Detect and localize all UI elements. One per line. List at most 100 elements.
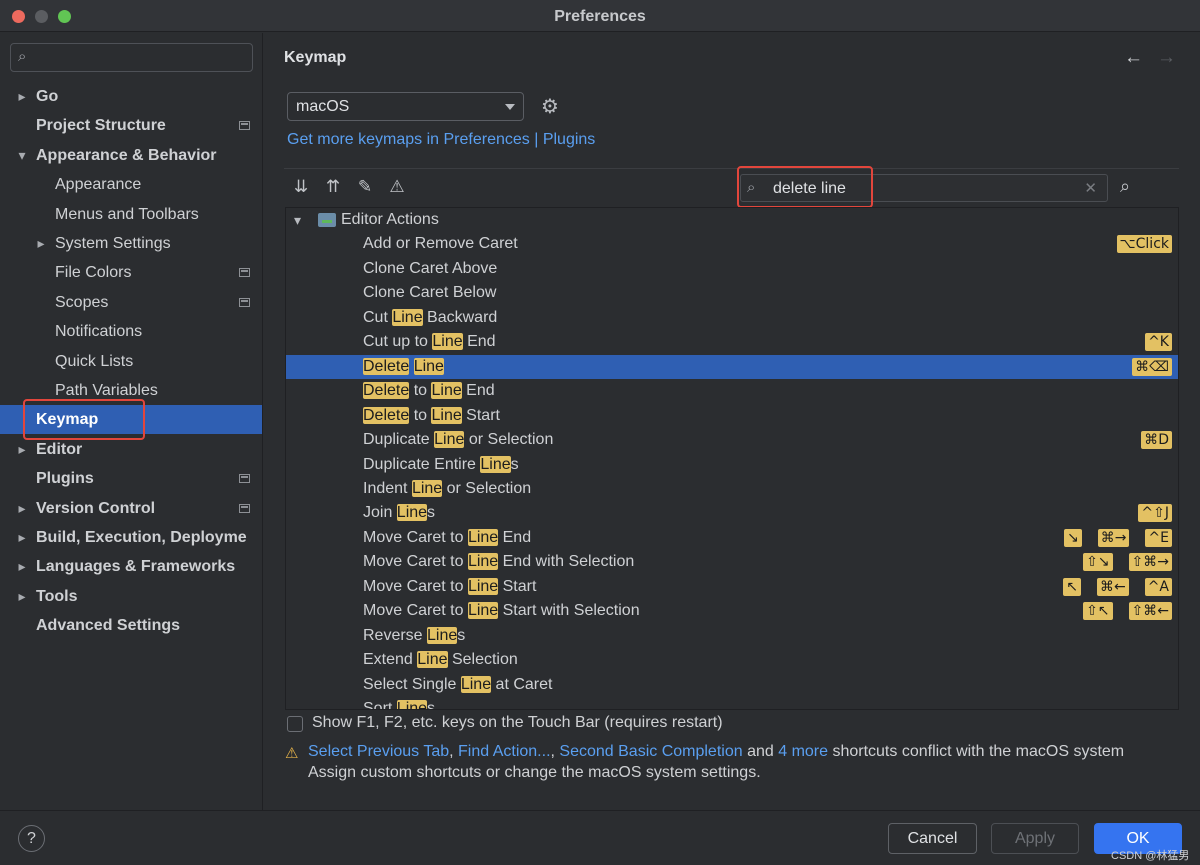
search-match-highlight: Line xyxy=(396,504,428,522)
sidebar-item-advanced-settings[interactable]: Advanced Settings xyxy=(0,611,262,640)
back-arrow-icon[interactable]: ← xyxy=(1124,47,1143,69)
conflict-link-find-action[interactable]: Find Action... xyxy=(458,743,551,760)
chevron-down-icon[interactable]: ▾ xyxy=(15,141,29,170)
cancel-button[interactable]: Cancel xyxy=(888,823,977,854)
sidebar-item-scopes[interactable]: Scopes xyxy=(0,288,262,317)
sidebar-item-version-control[interactable]: ▸ Version Control xyxy=(0,494,262,523)
action-row[interactable]: Select Single Line at Caret xyxy=(286,673,1178,697)
action-label: Move Caret to Line Start xyxy=(363,575,536,599)
sidebar-item-quick-lists[interactable]: Quick Lists xyxy=(0,347,262,376)
find-by-shortcut-icon[interactable]: ⌕ xyxy=(1120,176,1130,197)
sidebar-item-label: Project Structure xyxy=(36,117,166,135)
apply-button[interactable]: Apply xyxy=(991,823,1079,854)
keymap-actions-tree[interactable]: ▾ Editor Actions Add or Remove Caret ⌥Cli… xyxy=(285,207,1179,710)
action-label: Clone Caret Above xyxy=(363,257,497,281)
keymap-panel: Keymap ← → macOS ⚙ Get more keymaps in P… xyxy=(264,33,1200,810)
action-row[interactable]: Move Caret to Line Start with Selection ⇧… xyxy=(286,599,1178,623)
action-row[interactable]: Extend Line Selection xyxy=(286,648,1178,672)
chevron-right-icon[interactable]: ▸ xyxy=(34,229,48,258)
shortcut-badge: ⌘→ xyxy=(1097,528,1130,547)
sidebar-item-tools[interactable]: ▸ Tools xyxy=(0,582,262,611)
action-row[interactable]: Move Caret to Line End with Selection ⇧↘ ⇧… xyxy=(286,550,1178,574)
conflict-link-second-basic-completion[interactable]: Second Basic Completion xyxy=(559,743,742,760)
action-label-text: Cut xyxy=(363,308,393,326)
action-row[interactable]: Delete to Line Start xyxy=(286,404,1178,428)
sidebar-item-menus-and-toolbars[interactable]: Menus and Toolbars xyxy=(0,200,262,229)
sidebar-item-languages-frameworks[interactable]: ▸ Languages & Frameworks xyxy=(0,552,262,581)
sidebar-search-input[interactable]: ⌕ xyxy=(10,43,253,72)
action-row[interactable]: Clone Caret Above xyxy=(286,257,1178,281)
action-label: Move Caret to Line End xyxy=(363,526,531,550)
page-title: Keymap xyxy=(284,49,347,66)
search-match-highlight: Line xyxy=(432,333,463,351)
conflicts-warning-icon[interactable]: ⚠ xyxy=(386,177,408,197)
action-row[interactable]: Move Caret to Line End ↘ ⌘→ ^E xyxy=(286,526,1178,550)
forward-arrow-icon[interactable]: → xyxy=(1157,47,1176,69)
sidebar-item-go[interactable]: ▸ Go xyxy=(0,82,262,111)
action-label-text: or Selection xyxy=(464,431,554,449)
action-label-text: Start with Selection xyxy=(498,602,640,620)
sidebar-item-build-execution-deployme[interactable]: ▸ Build, Execution, Deployme xyxy=(0,523,262,552)
sidebar-item-notifications[interactable]: Notifications xyxy=(0,317,262,346)
conflict-warning-line2: Assign custom shortcuts or change the ma… xyxy=(308,764,761,781)
search-match-highlight: Line xyxy=(431,406,462,424)
action-label: Cut Line Backward xyxy=(363,306,497,330)
sidebar-item-file-colors[interactable]: File Colors xyxy=(0,258,262,287)
more-keymaps-link[interactable]: Get more keymaps in Preferences | Plugin… xyxy=(287,131,595,149)
search-match-highlight: Line xyxy=(467,577,499,595)
keymap-dropdown[interactable]: macOS xyxy=(287,92,524,121)
shortcut-badge: ⌥Click xyxy=(1116,235,1172,254)
action-label-text: to xyxy=(409,382,432,400)
action-row[interactable]: Clone Caret Below xyxy=(286,281,1178,305)
action-label-text: Move Caret to xyxy=(363,577,468,595)
action-row[interactable]: Sort Lines xyxy=(286,697,1178,709)
conflict-and: and xyxy=(742,743,779,760)
chevron-right-icon[interactable]: ▸ xyxy=(15,552,29,581)
tree-group-editor-actions[interactable]: ▾ Editor Actions xyxy=(286,208,1178,232)
action-row[interactable]: Cut up to Line End ^K xyxy=(286,330,1178,354)
chevron-right-icon[interactable]: ▸ xyxy=(15,82,29,111)
action-row[interactable]: Duplicate Line or Selection ⌘D xyxy=(286,428,1178,452)
action-row[interactable]: Delete Line ⌘⌫ xyxy=(286,354,1178,379)
sidebar-item-label: Languages & Frameworks xyxy=(36,558,236,576)
chevron-right-icon[interactable]: ▸ xyxy=(15,523,29,552)
action-row[interactable]: Delete to Line End xyxy=(286,379,1178,403)
conflict-link-more[interactable]: 4 more xyxy=(778,743,828,760)
action-label-text: Indent xyxy=(363,479,412,497)
sidebar-item-appearance-behavior[interactable]: ▾ Appearance & Behavior xyxy=(0,141,262,170)
conflict-link-select-previous-tab[interactable]: Select Previous Tab xyxy=(308,743,449,760)
help-button[interactable]: ? xyxy=(18,825,45,852)
edit-icon[interactable]: ✎ xyxy=(354,177,376,197)
action-row[interactable]: Duplicate Entire Lines xyxy=(286,453,1178,477)
shortcut-badge: ^E xyxy=(1145,528,1172,547)
action-label-text: Duplicate xyxy=(363,431,435,449)
touchbar-checkbox-label: Show F1, F2, etc. keys on the Touch Bar … xyxy=(312,714,723,731)
action-label: Cut up to Line End xyxy=(363,330,496,354)
action-row[interactable]: Add or Remove Caret ⌥Click xyxy=(286,232,1178,256)
expand-all-icon[interactable]: ⇊ xyxy=(290,177,312,197)
action-row[interactable]: Indent Line or Selection xyxy=(286,477,1178,501)
action-label-text: Clone Caret Above xyxy=(363,259,498,277)
sidebar-item-plugins[interactable]: Plugins xyxy=(0,464,262,493)
sidebar-item-appearance[interactable]: Appearance xyxy=(0,170,262,199)
chevron-down-icon[interactable]: ▾ xyxy=(294,208,301,232)
search-match-highlight: Line xyxy=(431,382,462,400)
sidebar-item-label: System Settings xyxy=(55,235,171,252)
action-label-text: s xyxy=(510,455,519,473)
collapse-all-icon[interactable]: ⇈ xyxy=(322,177,344,197)
touchbar-checkbox[interactable] xyxy=(287,716,303,732)
action-row[interactable]: Join Lines ^⇧J xyxy=(286,501,1178,525)
action-row[interactable]: Reverse Lines xyxy=(286,624,1178,648)
gear-icon[interactable]: ⚙ xyxy=(541,94,559,119)
action-label-text: Start xyxy=(461,406,500,424)
action-label: Clone Caret Below xyxy=(363,281,496,305)
clear-search-icon[interactable]: ✕ xyxy=(1084,179,1097,197)
chevron-right-icon[interactable]: ▸ xyxy=(15,582,29,611)
sidebar-item-system-settings[interactable]: ▸ System Settings xyxy=(0,229,262,258)
action-row[interactable]: Move Caret to Line Start ↖ ⌘← ^A xyxy=(286,575,1178,599)
sidebar-item-project-structure[interactable]: Project Structure xyxy=(0,111,262,140)
action-label-text: Reverse xyxy=(363,626,428,644)
chevron-right-icon[interactable]: ▸ xyxy=(15,494,29,523)
action-row[interactable]: Cut Line Backward xyxy=(286,306,1178,330)
search-match-highlight: Line xyxy=(392,308,423,326)
